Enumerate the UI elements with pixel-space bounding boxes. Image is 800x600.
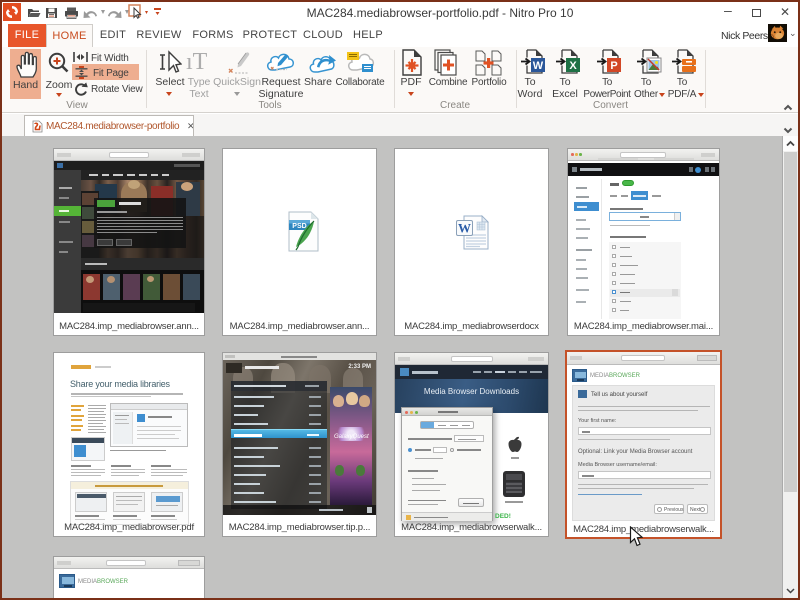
svg-text:W: W <box>533 60 544 72</box>
svg-text:PSD: PSD <box>292 223 306 230</box>
svg-text:X: X <box>569 60 577 72</box>
svg-text:W: W <box>458 221 471 236</box>
svg-text:P: P <box>610 60 617 72</box>
